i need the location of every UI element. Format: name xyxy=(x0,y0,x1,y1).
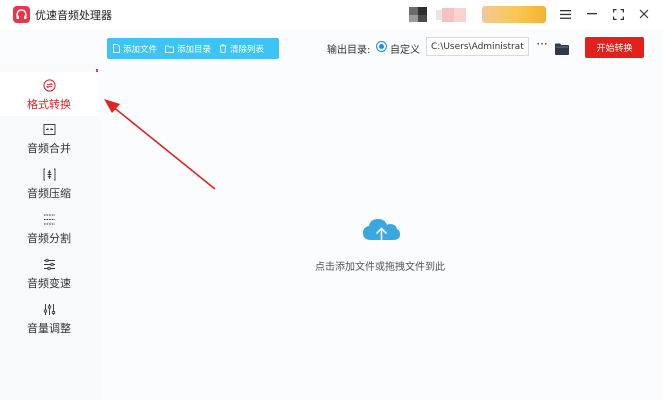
sidebar-item-label: 音频分割 xyxy=(27,232,71,245)
file-icon xyxy=(113,44,120,53)
split-icon xyxy=(42,212,56,226)
app-logo-icon xyxy=(13,6,30,23)
merge-icon xyxy=(42,122,56,136)
sidebar-item-format-convert[interactable]: 格式转换 xyxy=(0,72,98,116)
start-convert-button[interactable]: 开始转换 xyxy=(585,37,644,58)
close-icon xyxy=(639,9,649,19)
custom-output-label: 自定义 xyxy=(390,45,420,56)
sidebar-item-label: 音频压缩 xyxy=(27,187,71,200)
sidebar-item-label: 音频合并 xyxy=(27,142,71,155)
minimize-button[interactable] xyxy=(584,6,600,22)
more-options-button[interactable]: ··· xyxy=(535,38,549,54)
sidebar-item-audio-speed[interactable]: 音频变速 xyxy=(0,257,98,301)
sidebar-item-audio-merge[interactable]: 音频合并 xyxy=(0,122,98,166)
app-window: 优速音频处理器 格式转换 音频合并 音频压缩 音频分割 音频变速 音量调整 添加… xyxy=(0,0,663,400)
add-file-button[interactable]: 添加文件 xyxy=(107,38,161,59)
menu-button[interactable] xyxy=(557,6,573,22)
user-info-blur[interactable] xyxy=(436,8,468,22)
volume-icon xyxy=(42,302,56,316)
upload-cloud-icon[interactable] xyxy=(361,216,401,248)
file-toolbar: 添加文件 添加目录 清除列表 xyxy=(107,38,279,59)
minimize-icon xyxy=(587,13,597,15)
folder-icon xyxy=(165,45,174,53)
output-dir-label: 输出目录: xyxy=(327,45,371,56)
app-title: 优速音频处理器 xyxy=(35,9,112,22)
convert-icon xyxy=(42,78,56,92)
compress-icon xyxy=(42,167,56,181)
close-button[interactable] xyxy=(636,6,652,22)
title-bar: 优速音频处理器 xyxy=(0,0,663,30)
sidebar-item-label: 音量调整 xyxy=(27,322,71,335)
speed-icon xyxy=(42,257,56,271)
sidebar-item-volume-adjust[interactable]: 音量调整 xyxy=(0,302,98,346)
trash-icon xyxy=(219,44,227,53)
sidebar-item-label: 音频变速 xyxy=(27,277,71,290)
output-path-input[interactable] xyxy=(426,37,529,56)
folder-icon xyxy=(555,43,569,55)
hamburger-icon xyxy=(559,9,571,19)
fullscreen-button[interactable] xyxy=(610,6,626,22)
sidebar-item-audio-compress[interactable]: 音频压缩 xyxy=(0,167,98,211)
user-avatar[interactable] xyxy=(409,7,427,22)
drop-hint-text: 点击添加文件或拖拽文件到此 xyxy=(315,262,445,273)
custom-output-radio[interactable] xyxy=(376,41,387,52)
fullscreen-icon xyxy=(612,8,624,20)
add-file-label: 添加文件 xyxy=(123,44,158,55)
sidebar-item-label: 格式转换 xyxy=(27,98,71,111)
clear-list-button[interactable]: 清除列表 xyxy=(215,38,268,59)
add-directory-button[interactable]: 添加目录 xyxy=(161,38,215,59)
add-directory-label: 添加目录 xyxy=(177,44,212,55)
clear-list-label: 清除列表 xyxy=(230,44,265,55)
sidebar-item-audio-split[interactable]: 音频分割 xyxy=(0,212,98,256)
vip-badge[interactable] xyxy=(482,6,546,23)
open-folder-button[interactable] xyxy=(555,40,569,55)
